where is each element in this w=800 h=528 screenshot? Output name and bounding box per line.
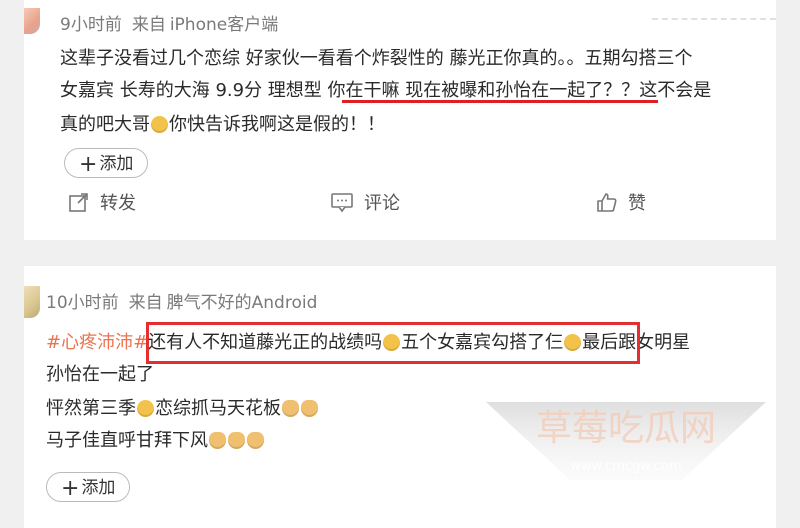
- post-source[interactable]: iPhone客户端: [170, 15, 278, 35]
- thumbs-up-emoji-icon: [301, 400, 318, 417]
- victory-hand-emoji-icon: [228, 432, 245, 449]
- add-button[interactable]: + 添加: [64, 148, 149, 178]
- smile-emoji-icon: [137, 400, 154, 417]
- text-segment: 怦然第三季: [46, 398, 136, 419]
- text-segment: 马子佳直呼甘拜下风: [46, 430, 208, 451]
- post-text-line: 马子佳直呼甘拜下风: [46, 426, 265, 452]
- repost-icon: [69, 193, 88, 212]
- add-label: 添加: [81, 478, 116, 498]
- text-segment: 真的吧大哥: [60, 114, 150, 135]
- hashtag-link[interactable]: #心疼沛沛#: [46, 332, 148, 353]
- text-segment: 你快告诉我啊这是假的！！: [169, 114, 385, 135]
- from-label: 来自: [131, 15, 166, 35]
- victory-hand-emoji-icon: [247, 432, 264, 449]
- post-text-line: 女嘉宾 长寿的大海 9.9分 理想型 你在干嘛 现在被曝和孙怡在一起了？？这不会…: [60, 76, 711, 102]
- thumbs-up-icon: [597, 193, 617, 212]
- text-segment: 女嘉宾 长寿的大海 9.9分 理想型: [60, 80, 328, 101]
- add-button[interactable]: + 添加: [46, 472, 131, 502]
- post-text-line: 怦然第三季 恋综抓马天花板: [46, 394, 319, 420]
- victory-hand-emoji-icon: [209, 432, 226, 449]
- add-label: 添加: [99, 154, 134, 174]
- post-meta: 10小时前 来自 脾气不好的Android: [46, 288, 317, 313]
- plus-icon: +: [61, 476, 80, 501]
- post-time: 10小时前: [46, 293, 119, 313]
- repost-label: 转发: [100, 193, 136, 214]
- like-label: 赞: [628, 193, 646, 214]
- avatar[interactable]: [24, 8, 40, 34]
- like-button[interactable]: 赞: [596, 188, 646, 216]
- comment-button[interactable]: 评论: [330, 188, 400, 216]
- post-card-1: 9小时前 来自 iPhone客户端 这辈子没看过几个恋综 好家伙一看看个炸裂性的 藤…: [24, 0, 776, 240]
- post-source[interactable]: 脾气不好的Android: [167, 293, 318, 313]
- post-meta: 9小时前 来自 iPhone客户端: [60, 10, 278, 35]
- watermark-title: 草莓吃瓜网: [536, 408, 716, 449]
- plus-icon: +: [79, 152, 98, 177]
- highlight-underline: [342, 100, 658, 103]
- surprised-emoji-icon: [151, 116, 168, 133]
- from-label: 来自: [128, 293, 163, 313]
- watermark-url: www.cmcgw.com: [570, 459, 681, 474]
- thumbs-up-emoji-icon: [282, 400, 299, 417]
- highlighted-text: 你在干嘛 现在被曝和孙怡在一起了: [327, 80, 604, 101]
- highlight-box: [146, 322, 640, 364]
- text-segment: 恋综抓马天花板: [155, 398, 281, 419]
- post-text-line: 孙怡在一起了: [46, 364, 154, 385]
- repost-button[interactable]: 转发: [68, 188, 136, 216]
- watermark: 草莓吃瓜网 www.cmcgw.com: [486, 402, 766, 480]
- post-time: 9小时前: [60, 15, 122, 35]
- comment-icon: [331, 193, 353, 213]
- post-text-line: 这辈子没看过几个恋综 好家伙一看看个炸裂性的 藤光正你真的。。五期勾搭三个: [60, 48, 693, 69]
- avatar[interactable]: [24, 286, 40, 318]
- text-segment: ？？这不会是: [603, 80, 712, 101]
- divider: [652, 18, 776, 21]
- post-text-line: 真的吧大哥 你快告诉我啊这是假的！！: [60, 110, 385, 136]
- comment-label: 评论: [364, 193, 400, 214]
